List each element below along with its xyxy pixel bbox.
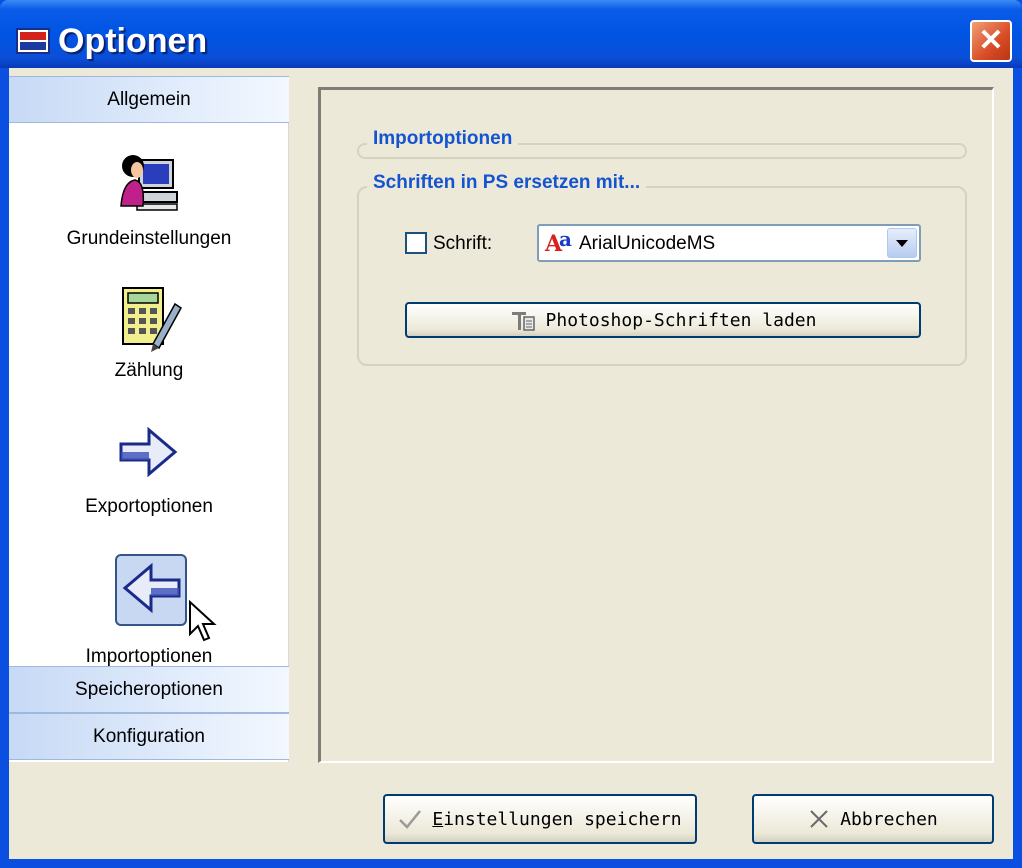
save-settings-button[interactable]: Einstellungen speichern bbox=[383, 794, 697, 844]
cancel-label: Abbrechen bbox=[840, 808, 938, 830]
cancel-button[interactable]: Abbrechen bbox=[752, 794, 994, 844]
section-label: Konfiguration bbox=[93, 725, 205, 747]
font-select-value: ArialUnicodeMS bbox=[579, 233, 716, 254]
font-checkbox-label: Schrift: bbox=[433, 233, 493, 254]
group-title-importoptionen: Importoptionen bbox=[367, 128, 519, 150]
group-title-font-replace: Schriften in PS ersetzen mit... bbox=[367, 172, 647, 194]
section-label: Allgemein bbox=[107, 88, 191, 110]
app-icon bbox=[16, 28, 50, 54]
arrow-left-icon bbox=[122, 562, 181, 614]
sidebar-item-label: Grundeinstellungen bbox=[66, 228, 232, 249]
options-content-panel: Importoptionen Schriften in PS ersetzen … bbox=[318, 87, 994, 763]
section-label: Speicheroptionen bbox=[75, 678, 223, 700]
close-button[interactable]: ✕ bbox=[970, 20, 1012, 62]
load-photoshop-fonts-button[interactable]: Photoshop-Schriften laden bbox=[405, 302, 921, 338]
chevron-down-icon[interactable] bbox=[887, 228, 917, 258]
close-icon bbox=[810, 810, 828, 828]
person-computer-icon bbox=[120, 155, 178, 211]
sidebar-item-label: Importoptionen bbox=[85, 646, 213, 667]
sidebar-section-konfiguration[interactable]: Konfiguration bbox=[9, 713, 289, 760]
window-title: Optionen bbox=[58, 22, 208, 60]
save-settings-label: Einstellungen speichern bbox=[432, 809, 681, 830]
sidebar-section-allgemein[interactable]: Allgemein bbox=[9, 76, 289, 123]
sidebar-item-importoptionen[interactable]: Importoptionen bbox=[9, 542, 289, 672]
font-select[interactable]: Aa ArialUnicodeMS bbox=[537, 224, 921, 262]
arrow-right-icon bbox=[119, 426, 178, 478]
title-bar[interactable]: Optionen ✕ bbox=[0, 0, 1022, 68]
mouse-pointer-icon bbox=[189, 600, 217, 642]
sidebar-item-label: Zählung bbox=[114, 360, 184, 381]
save-mnemonic: E bbox=[432, 808, 444, 830]
load-fonts-label: Photoshop-Schriften laden bbox=[545, 309, 817, 331]
font-checkbox[interactable] bbox=[405, 232, 427, 254]
sidebar-item-exportoptionen[interactable]: Exportoptionen bbox=[9, 406, 289, 536]
calculator-pen-icon bbox=[122, 287, 182, 352]
font-type-icon: Aa bbox=[545, 227, 572, 257]
checkmark-icon bbox=[399, 810, 422, 829]
sidebar-item-label: Exportoptionen bbox=[85, 496, 213, 517]
sidebar-section-speicheroptionen[interactable]: Speicheroptionen bbox=[9, 666, 289, 713]
save-label-rest: instellungen speichern bbox=[443, 808, 682, 830]
sidebar-item-grundeinstellungen[interactable]: Grundeinstellungen bbox=[9, 138, 289, 268]
close-icon: ✕ bbox=[978, 24, 1004, 57]
font-list-icon bbox=[511, 312, 535, 331]
sidebar: Allgemein Grundeinstellungen Zählung Exp… bbox=[9, 76, 289, 762]
sidebar-item-zaehlung[interactable]: Zählung bbox=[9, 272, 289, 402]
font-replace-group bbox=[357, 186, 967, 366]
